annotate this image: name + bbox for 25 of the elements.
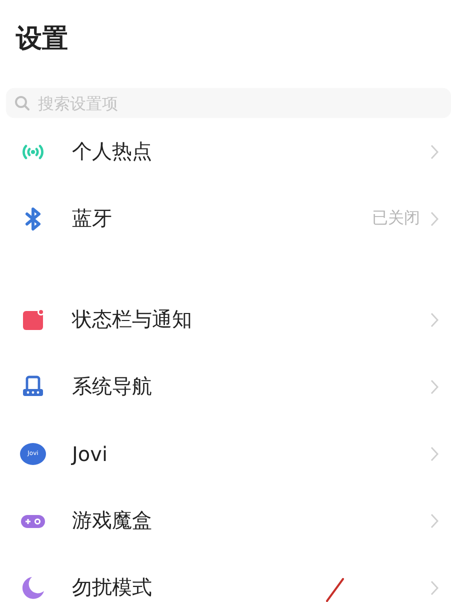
settings-item[interactable]: 状态栏与通知	[0, 286, 451, 353]
item-label: Jovi	[72, 442, 108, 466]
settings-item[interactable]: 蓝牙 已关闭	[0, 185, 451, 252]
item-label: 状态栏与通知	[72, 306, 192, 333]
pen-stroke	[324, 578, 346, 602]
item-label: 个人热点	[72, 138, 152, 165]
item-label: 蓝牙	[72, 205, 112, 232]
settings-item[interactable]: 游戏魔盒	[0, 487, 451, 554]
chevron-icon	[430, 210, 439, 226]
chevron-icon	[430, 312, 439, 328]
item-status: 已关闭	[372, 208, 420, 229]
chevron-icon	[430, 144, 439, 160]
chevron-icon	[430, 378, 439, 394]
settings-item[interactable]: 系统导航	[0, 353, 451, 420]
chevron-icon	[430, 446, 439, 462]
moon-icon	[20, 574, 46, 600]
page-title: 设置	[14, 23, 69, 56]
settings-item[interactable]: 勿扰模式	[0, 554, 451, 602]
settings-item[interactable]: 个人热点	[0, 118, 451, 185]
chevron-icon	[430, 580, 439, 596]
chevron-icon	[430, 512, 439, 528]
item-label: 系统导航	[72, 373, 152, 400]
item-label: 勿扰模式	[72, 574, 152, 601]
search-icon	[14, 95, 30, 111]
item-label: 游戏魔盒	[72, 507, 152, 534]
